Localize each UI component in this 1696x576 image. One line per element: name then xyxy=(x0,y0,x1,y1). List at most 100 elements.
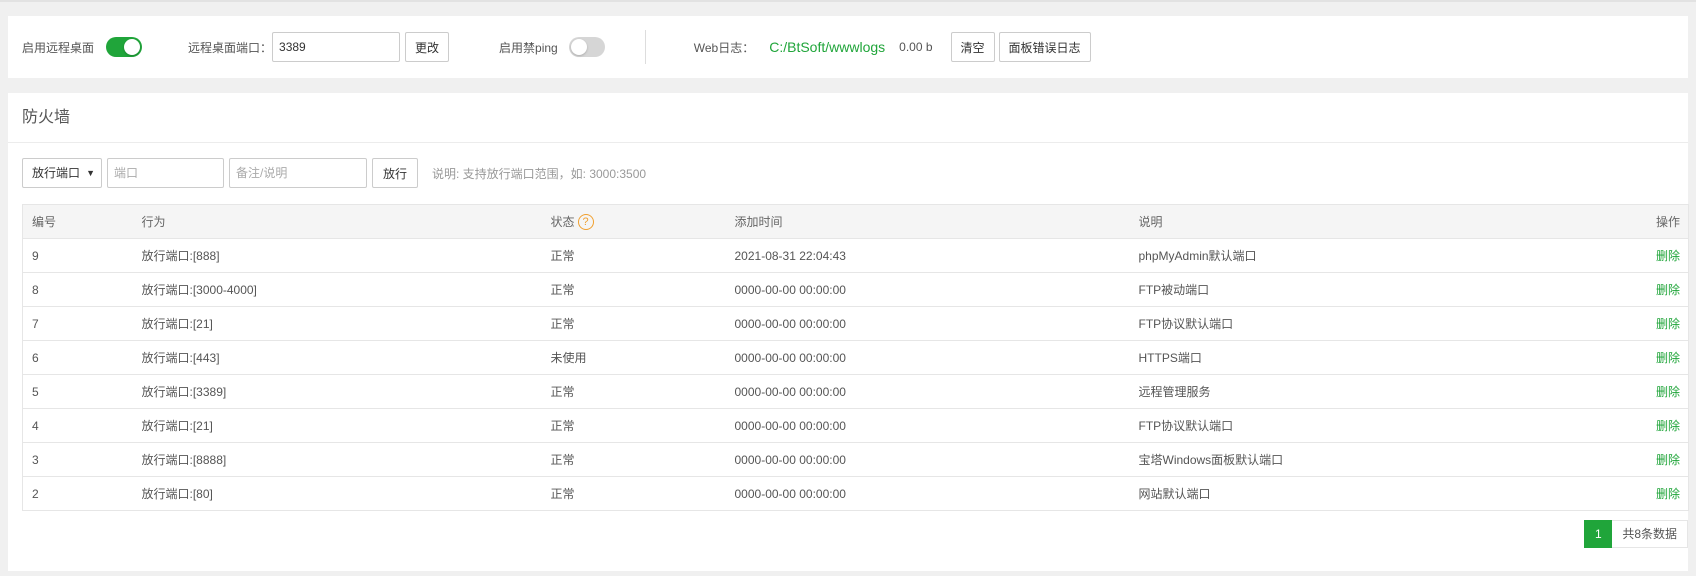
cell-ops: 删除 xyxy=(1538,238,1689,273)
page-1-button[interactable]: 1 xyxy=(1584,520,1613,548)
cell-added: 0000-00-00 00:00:00 xyxy=(734,340,1139,375)
panel-error-log-button[interactable]: 面板错误日志 xyxy=(998,32,1091,62)
cell-ops: 删除 xyxy=(1538,374,1689,409)
weblog-path: C:/BtSoft/wwwlogs xyxy=(769,39,886,55)
cell-ops: 删除 xyxy=(1538,272,1689,307)
cell-action: 放行端口:[443] xyxy=(141,340,551,375)
firewall-panel: 防火墙 放行端口 ▼ 放行 说明: 支持放行端口范围，如: 3000:3500 … xyxy=(8,93,1689,571)
cell-status: 正常 xyxy=(550,408,735,443)
col-action: 行为 xyxy=(141,204,551,239)
col-added: 添加时间 xyxy=(734,204,1139,239)
cell-action: 放行端口:[3000-4000] xyxy=(141,272,551,307)
rule-type-select[interactable]: 放行端口 ▼ xyxy=(22,158,102,188)
cell-id: 5 xyxy=(22,374,142,409)
cell-desc: 网站默认端口 xyxy=(1138,476,1539,511)
cell-desc: FTP协议默认端口 xyxy=(1138,408,1539,443)
cell-action: 放行端口:[3389] xyxy=(141,374,551,409)
col-status: 状态? xyxy=(550,204,735,239)
col-ops: 操作 xyxy=(1538,204,1689,239)
toggle-knob xyxy=(570,39,587,55)
clear-log-button[interactable]: 清空 xyxy=(950,32,995,62)
table-row: 3 放行端口:[8888] 正常 0000-00-00 00:00:00 宝塔W… xyxy=(22,442,1689,477)
cell-status: 正常 xyxy=(550,306,735,341)
cell-ops: 删除 xyxy=(1538,340,1689,375)
cell-added: 0000-00-00 00:00:00 xyxy=(734,306,1139,341)
cell-status: 正常 xyxy=(550,374,735,409)
col-desc: 说明 xyxy=(1138,204,1539,239)
pagination: 1 共8条数据 xyxy=(1584,520,1688,548)
delete-link[interactable]: 删除 xyxy=(1656,419,1680,433)
cell-ops: 删除 xyxy=(1538,442,1689,477)
cell-id: 3 xyxy=(22,442,142,477)
cell-added: 2021-08-31 22:04:43 xyxy=(734,238,1139,273)
cell-added: 0000-00-00 00:00:00 xyxy=(734,408,1139,443)
question-icon[interactable]: ? xyxy=(577,214,594,231)
allow-button[interactable]: 放行 xyxy=(372,158,418,188)
table-row: 2 放行端口:[80] 正常 0000-00-00 00:00:00 网站默认端… xyxy=(22,476,1689,511)
cell-id: 9 xyxy=(22,238,142,273)
toggle-knob xyxy=(124,39,141,55)
cell-desc: FTP协议默认端口 xyxy=(1138,306,1539,341)
table-row: 5 放行端口:[3389] 正常 0000-00-00 00:00:00 远程管… xyxy=(22,374,1689,409)
ban-ping-toggle[interactable] xyxy=(568,37,605,57)
panel-title: 防火墙 xyxy=(8,93,1688,143)
remote-port-input[interactable] xyxy=(272,32,401,62)
table-row: 8 放行端口:[3000-4000] 正常 0000-00-00 00:00:0… xyxy=(22,272,1689,307)
delete-link[interactable]: 删除 xyxy=(1656,385,1680,399)
top-border xyxy=(0,0,1696,2)
remark-input[interactable] xyxy=(229,158,367,188)
delete-link[interactable]: 删除 xyxy=(1656,249,1680,263)
delete-link[interactable]: 删除 xyxy=(1656,453,1680,467)
settings-bar: 启用远程桌面 远程桌面端口： 更改 启用禁ping Web日志： C:/BtSo… xyxy=(8,16,1688,78)
col-status-label: 状态 xyxy=(550,214,575,229)
remote-desktop-toggle[interactable] xyxy=(106,37,143,57)
delete-link[interactable]: 删除 xyxy=(1656,283,1680,297)
cell-desc: FTP被动端口 xyxy=(1138,272,1539,307)
cell-desc: 宝塔Windows面板默认端口 xyxy=(1138,442,1539,477)
cell-id: 7 xyxy=(22,306,142,341)
table-row: 6 放行端口:[443] 未使用 0000-00-00 00:00:00 HTT… xyxy=(22,340,1689,375)
delete-link[interactable]: 删除 xyxy=(1656,351,1680,365)
cell-status: 正常 xyxy=(550,476,735,511)
remote-desktop-label: 启用远程桌面 xyxy=(22,40,95,55)
table-header-row: 编号 行为 状态? 添加时间 说明 操作 xyxy=(22,204,1689,239)
table-body: 9 放行端口:[888] 正常 2021-08-31 22:04:43 phpM… xyxy=(22,238,1689,511)
table-row: 9 放行端口:[888] 正常 2021-08-31 22:04:43 phpM… xyxy=(22,238,1689,273)
total-count: 共8条数据 xyxy=(1612,520,1688,548)
cell-action: 放行端口:[888] xyxy=(141,238,551,273)
cell-action: 放行端口:[21] xyxy=(141,306,551,341)
cell-action: 放行端口:[8888] xyxy=(141,442,551,477)
cell-id: 6 xyxy=(22,340,142,375)
cell-status: 正常 xyxy=(550,442,735,477)
cell-desc: 远程管理服务 xyxy=(1138,374,1539,409)
col-id: 编号 xyxy=(22,204,142,239)
cell-ops: 删除 xyxy=(1538,408,1689,443)
change-port-button[interactable]: 更改 xyxy=(405,32,450,62)
cell-ops: 删除 xyxy=(1538,476,1689,511)
cell-ops: 删除 xyxy=(1538,306,1689,341)
firewall-toolbar: 放行端口 ▼ 放行 说明: 支持放行端口范围，如: 3000:3500 xyxy=(22,158,646,188)
cell-added: 0000-00-00 00:00:00 xyxy=(734,272,1139,307)
cell-added: 0000-00-00 00:00:00 xyxy=(734,374,1139,409)
table-row: 4 放行端口:[21] 正常 0000-00-00 00:00:00 FTP协议… xyxy=(22,408,1689,443)
weblog-size: 0.00 b xyxy=(899,40,933,54)
cell-status: 正常 xyxy=(550,238,735,273)
caret-down-icon: ▼ xyxy=(86,168,95,178)
cell-action: 放行端口:[21] xyxy=(141,408,551,443)
rule-type-value: 放行端口 xyxy=(32,166,81,180)
port-input[interactable] xyxy=(107,158,224,188)
cell-status: 未使用 xyxy=(550,340,735,375)
firewall-table: 编号 行为 状态? 添加时间 说明 操作 9 放行端口:[888] 正常 202… xyxy=(22,204,1689,511)
cell-id: 2 xyxy=(22,476,142,511)
ban-ping-label: 启用禁ping xyxy=(499,40,558,55)
cell-desc: HTTPS端口 xyxy=(1138,340,1539,375)
divider xyxy=(644,30,646,64)
cell-added: 0000-00-00 00:00:00 xyxy=(734,442,1139,477)
cell-id: 4 xyxy=(22,408,142,443)
cell-added: 0000-00-00 00:00:00 xyxy=(734,476,1139,511)
delete-link[interactable]: 删除 xyxy=(1656,317,1680,331)
table-row: 7 放行端口:[21] 正常 0000-00-00 00:00:00 FTP协议… xyxy=(22,306,1689,341)
hint-text: 说明: 支持放行端口范围，如: 3000:3500 xyxy=(432,166,647,181)
cell-action: 放行端口:[80] xyxy=(141,476,551,511)
delete-link[interactable]: 删除 xyxy=(1656,487,1680,501)
